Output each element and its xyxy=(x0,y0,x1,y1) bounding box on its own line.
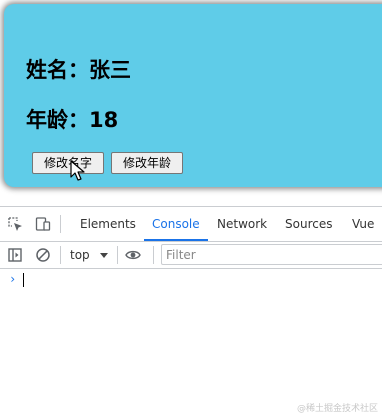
context-selector-value: top xyxy=(70,248,90,262)
inspect-element-icon[interactable] xyxy=(7,216,23,232)
name-display: 姓名：张三 xyxy=(26,58,131,82)
device-toolbar-icon[interactable] xyxy=(35,216,51,232)
console-output[interactable]: › xyxy=(0,269,382,418)
sidebar-toggle-icon[interactable] xyxy=(7,247,23,263)
mouse-pointer-icon xyxy=(70,160,85,181)
tab-elements[interactable]: Elements xyxy=(80,207,136,241)
tab-bar-divider xyxy=(60,215,61,233)
toolbar-divider xyxy=(153,246,154,264)
tab-console[interactable]: Console xyxy=(144,207,208,241)
filter-input[interactable] xyxy=(161,244,382,265)
context-selector[interactable]: top xyxy=(70,245,108,265)
devtools-panel: Elements Console Network Sources Vue top xyxy=(0,206,382,418)
console-toolbar: top xyxy=(0,242,382,269)
tab-vue[interactable]: Vue xyxy=(352,207,374,241)
demo-card: 姓名：张三 年龄：18 修改名字 修改年龄 xyxy=(4,4,382,187)
change-age-button[interactable]: 修改年龄 xyxy=(111,152,183,174)
toolbar-divider xyxy=(60,246,61,264)
clear-console-icon[interactable] xyxy=(35,247,51,263)
tab-network[interactable]: Network xyxy=(217,207,267,241)
text-caret xyxy=(23,273,24,287)
dropdown-arrow-icon xyxy=(99,253,108,258)
devtools-tab-bar: Elements Console Network Sources Vue xyxy=(0,207,382,242)
age-display: 年龄：18 xyxy=(26,108,119,132)
eye-icon[interactable] xyxy=(125,247,141,263)
tab-sources[interactable]: Sources xyxy=(285,207,332,241)
watermark: @稀土掘金技术社区 xyxy=(296,404,378,414)
page: 姓名：张三 年龄：18 修改名字 修改年龄 Elements Console N… xyxy=(0,0,382,418)
toolbar-divider xyxy=(117,246,118,264)
change-name-button[interactable]: 修改名字 xyxy=(32,152,104,174)
console-prompt-icon: › xyxy=(9,272,17,286)
